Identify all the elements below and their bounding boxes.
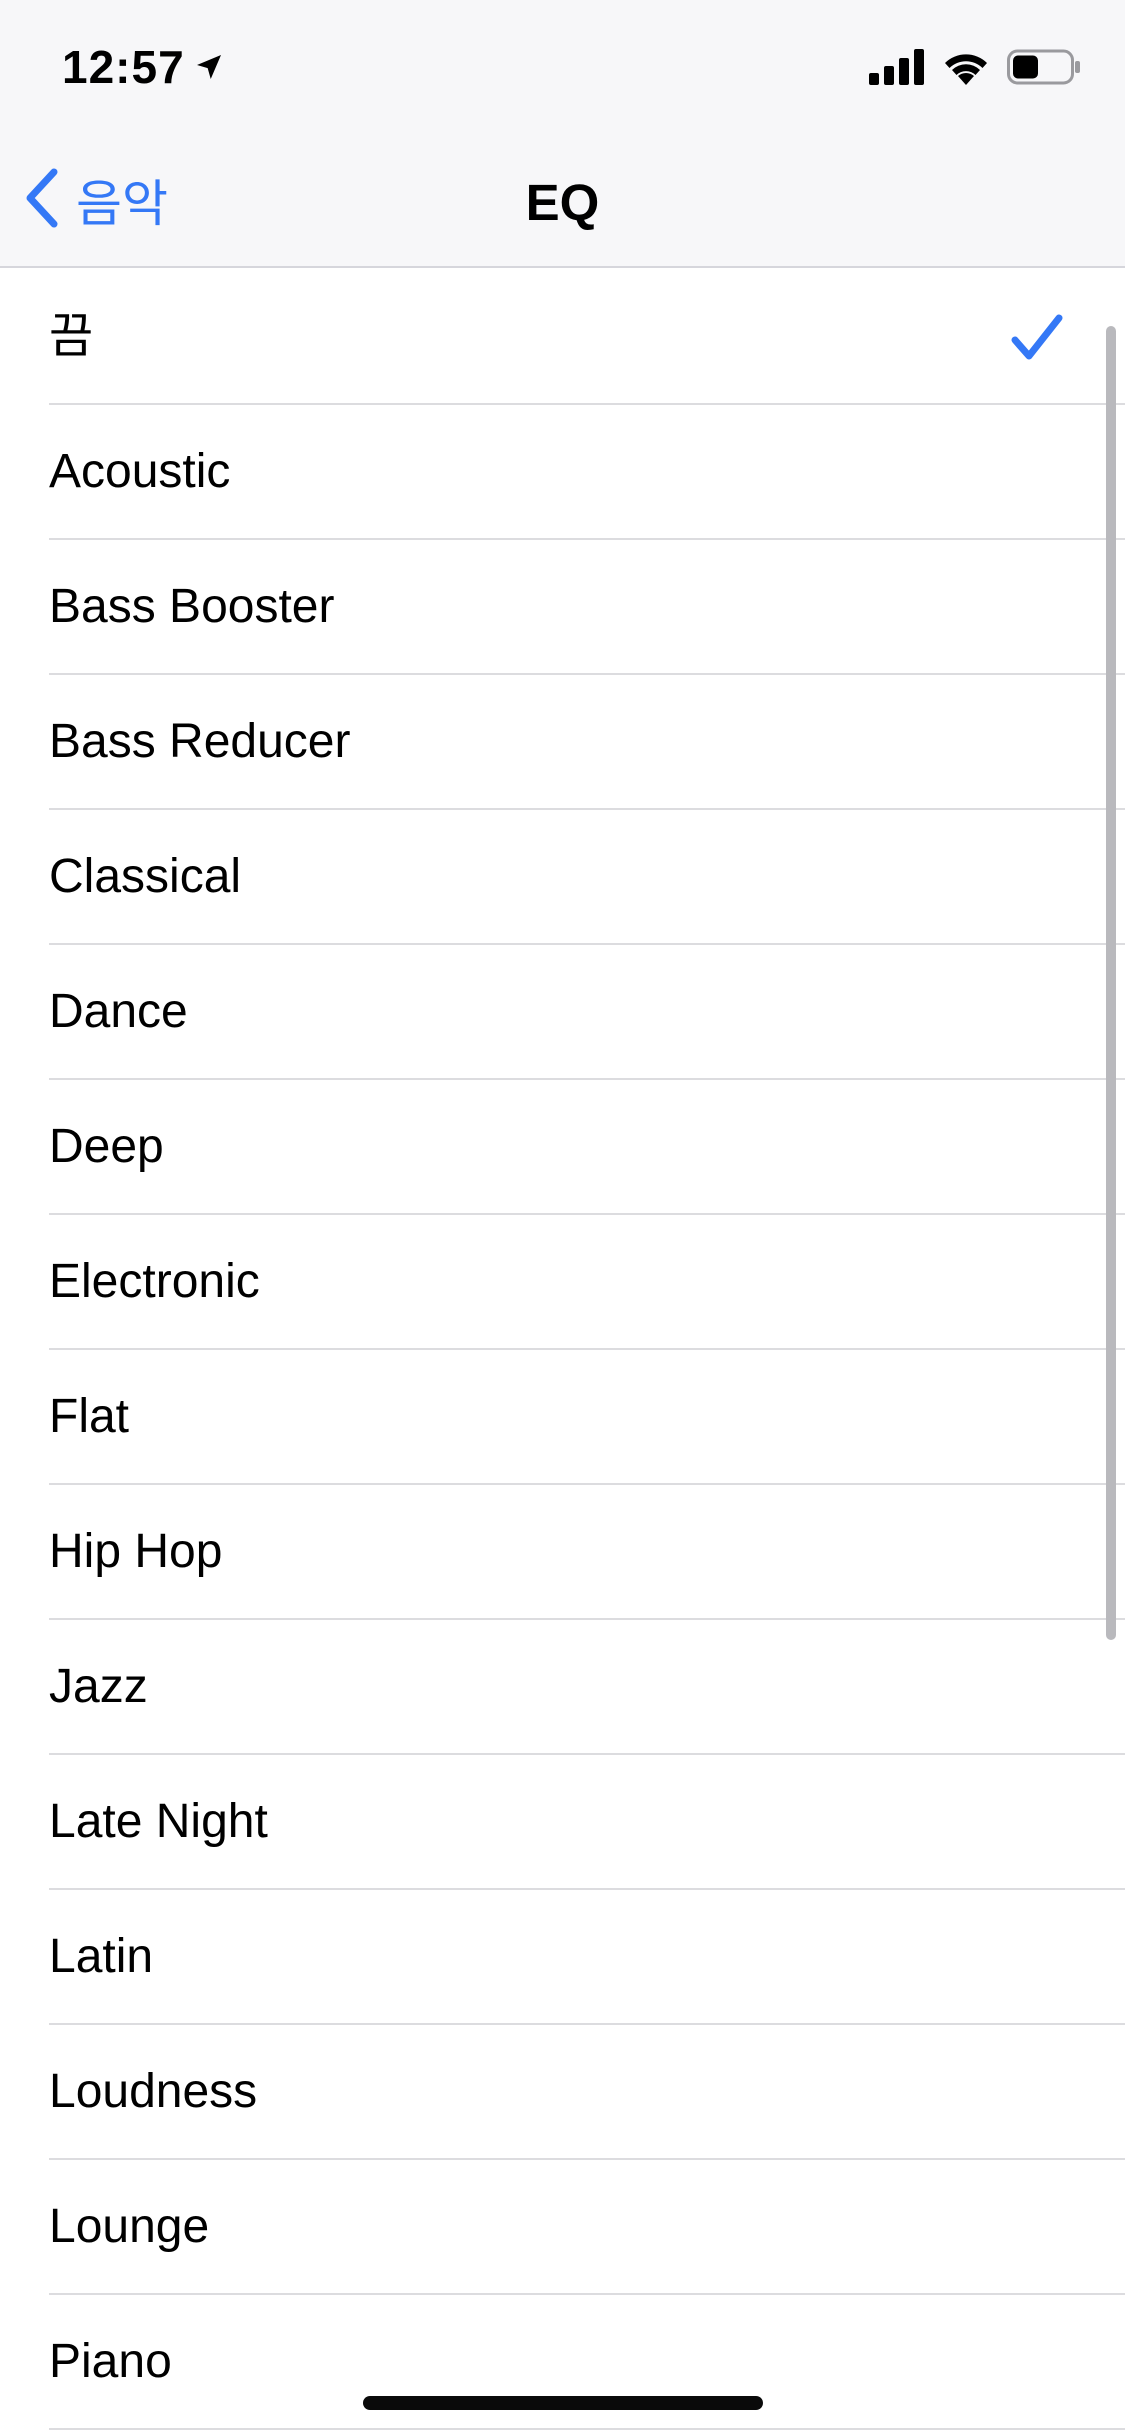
eq-preset-row[interactable]: Loudness xyxy=(0,2025,1125,2160)
eq-preset-row[interactable]: Hip Hop xyxy=(0,1485,1125,1620)
cellular-signal-icon xyxy=(869,49,925,90)
eq-settings-screen: 12:57 음악 EQ 끔 Acoustic Bass Booster Bass… xyxy=(0,0,1125,2436)
eq-preset-row[interactable]: Bass Reducer xyxy=(0,675,1125,810)
eq-preset-row[interactable]: Dance xyxy=(0,945,1125,1080)
page-title: EQ xyxy=(525,174,600,231)
eq-preset-label: Piano xyxy=(49,2335,172,2388)
eq-preset-label: Acoustic xyxy=(49,445,231,498)
eq-preset-label: Bass Reducer xyxy=(49,715,351,768)
eq-preset-label: Latin xyxy=(49,1930,154,1983)
battery-icon xyxy=(1007,48,1083,91)
top-bars: 12:57 음악 EQ xyxy=(0,0,1125,268)
eq-preset-row[interactable]: Deep xyxy=(0,1080,1125,1215)
scroll-indicator[interactable] xyxy=(1106,326,1116,1640)
checkmark-icon xyxy=(1009,310,1065,371)
eq-preset-row[interactable]: Latin xyxy=(0,1890,1125,2025)
home-indicator[interactable] xyxy=(363,2396,763,2410)
eq-preset-row[interactable]: Classical xyxy=(0,810,1125,945)
location-arrow-icon xyxy=(193,51,225,83)
eq-preset-row[interactable]: Electronic xyxy=(0,1215,1125,1350)
eq-preset-label: Loudness xyxy=(49,2065,258,2118)
navigation-bar: 음악 EQ xyxy=(0,135,1125,268)
status-icons xyxy=(869,48,1083,91)
row-separator xyxy=(49,2428,1125,2430)
eq-preset-row[interactable]: 끔 xyxy=(0,270,1125,405)
status-time: 12:57 xyxy=(62,41,185,93)
status-bar: 12:57 xyxy=(0,0,1125,135)
eq-preset-row[interactable]: Jazz xyxy=(0,1620,1125,1755)
eq-preset-label: Lounge xyxy=(49,2200,210,2253)
eq-preset-label: Deep xyxy=(49,1120,164,1173)
eq-preset-row[interactable]: Flat xyxy=(0,1350,1125,1485)
eq-preset-label: Flat xyxy=(49,1390,130,1443)
eq-preset-label: Classical xyxy=(49,850,242,903)
eq-preset-label: Jazz xyxy=(49,1660,148,1713)
eq-preset-list: 끔 Acoustic Bass Booster Bass Reducer Classic… xyxy=(0,270,1125,2430)
eq-preset-row[interactable]: Bass Booster xyxy=(0,540,1125,675)
eq-preset-label: Electronic xyxy=(49,1255,260,1308)
eq-preset-label: 끔 xyxy=(49,310,94,363)
status-time-group: 12:57 xyxy=(62,40,225,94)
eq-preset-label: Hip Hop xyxy=(49,1525,223,1578)
eq-preset-label: Dance xyxy=(49,985,188,1038)
eq-preset-label: Late Night xyxy=(49,1795,268,1848)
eq-preset-row[interactable]: Lounge xyxy=(0,2160,1125,2295)
eq-preset-label: Bass Booster xyxy=(49,580,335,633)
wifi-icon xyxy=(941,49,991,90)
eq-preset-row[interactable]: Late Night xyxy=(0,1755,1125,1890)
eq-preset-row[interactable]: Acoustic xyxy=(0,405,1125,540)
battery-fill xyxy=(1013,55,1038,79)
